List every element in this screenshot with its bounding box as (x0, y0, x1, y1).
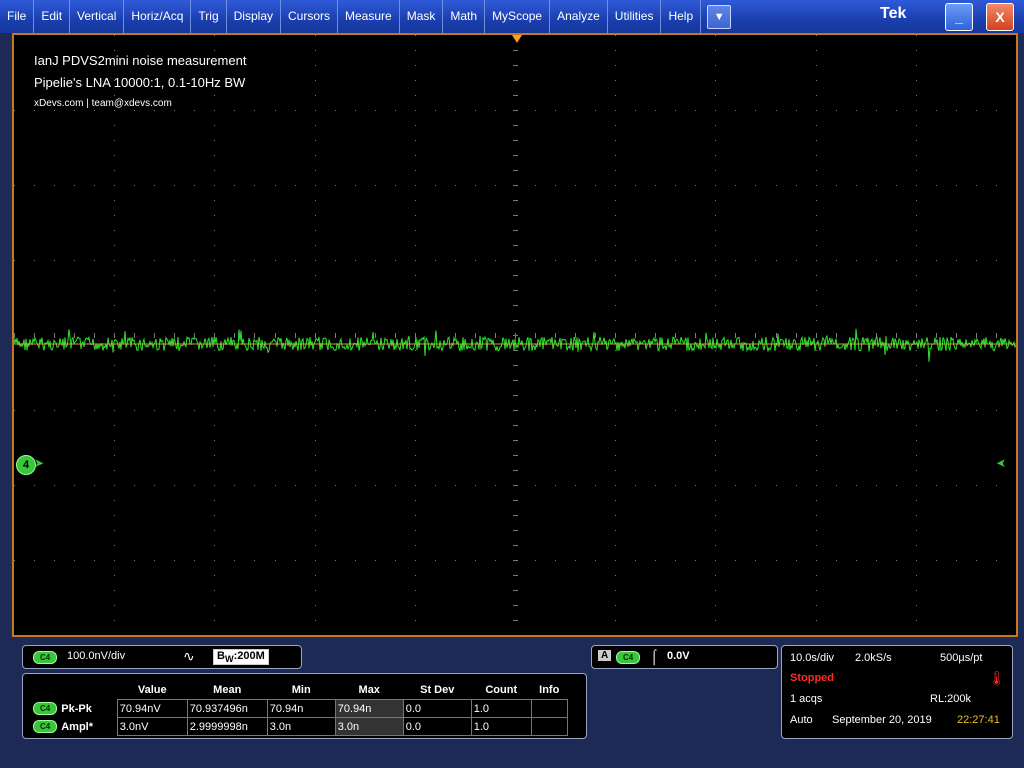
header-mean: Mean (213, 683, 242, 696)
header-info: Info (539, 683, 560, 696)
menu-analyze[interactable]: Analyze (550, 0, 608, 33)
measurement-header-row: Value Mean Min Max St Dev Count Info (31, 680, 567, 700)
minimize-button[interactable]: _ (945, 3, 973, 31)
cell-min: 3.0n (266, 717, 336, 736)
menu-vertical[interactable]: Vertical (70, 0, 125, 33)
cell-max: 70.94n (334, 699, 404, 718)
acquisition-date: September 20, 2019 (832, 714, 932, 726)
menu-display[interactable]: Display (227, 0, 281, 33)
annotation-title: IanJ PDVS2mini noise measurement (34, 53, 247, 68)
header-max: Max (358, 683, 380, 696)
cell-info (530, 717, 568, 736)
cell-stdev: 0.0 (402, 699, 472, 718)
annotation-subtitle: Pipelie's LNA 10000:1, 0.1-10Hz BW (34, 75, 246, 90)
menu-measure[interactable]: Measure (338, 0, 400, 33)
header-value: Value (137, 683, 167, 696)
acquisition-panel[interactable]: 10.0s/div 2.0kS/s 500µs/pt Stopped 🌡 1 a… (781, 645, 1013, 739)
bandwidth-badge: BW:200M (213, 649, 269, 666)
rising-edge-icon: ⌠ (650, 648, 659, 664)
acquisition-state: Stopped (790, 672, 834, 684)
measurement-panel[interactable]: Value Mean Min Max St Dev Count Info C4 … (22, 673, 587, 739)
timebase: 10.0s/div (790, 652, 835, 664)
trigger-mode-badge: A (598, 650, 612, 661)
channel-panel[interactable]: C4 100.0nV/div ∿ BW:200M (22, 645, 302, 669)
menu-help[interactable]: Help (661, 0, 702, 33)
trigger-level: 0.0V (667, 650, 690, 662)
annotation-contact: xDevs.com | team@xdevs.com (34, 98, 172, 109)
cell-count: 1.0 (470, 717, 532, 736)
close-button[interactable]: X (986, 3, 1014, 31)
cell-mean: 70.937496n (186, 699, 268, 718)
bw-sub: W (224, 654, 234, 665)
menu-horiz-acq[interactable]: Horiz/Acq (124, 0, 192, 33)
trigger-position-marker[interactable] (512, 35, 522, 43)
chevron-down-icon: ▼ (713, 10, 725, 23)
header-min: Min (291, 683, 311, 696)
trigger-channel-badge: C4 (616, 651, 641, 664)
acquisition-time: 22:27:41 (957, 714, 1000, 726)
menu-bar: File Edit Vertical Horiz/Acq Trig Displa… (0, 0, 1024, 33)
menu-items: File Edit Vertical Horiz/Acq Trig Displa… (0, 0, 702, 33)
row-channel-badge: C4 (33, 702, 58, 715)
vertical-scale: 100.0nV/div (67, 650, 126, 662)
measurement-row-ampl[interactable]: C4 Ampl* 3.0nV 2.9999998n 3.0n 3.0n 0.0 … (31, 717, 568, 736)
menu-myscope[interactable]: MyScope (485, 0, 551, 33)
menu-mask[interactable]: Mask (400, 0, 444, 33)
thermometer-icon: 🌡 (988, 670, 1006, 686)
acquisition-count: 1 acqs (790, 693, 823, 705)
noise-trace-path (14, 328, 1016, 362)
row-measure-name: Pk-Pk (61, 702, 92, 715)
trigger-panel[interactable]: A C4 ⌠ 0.0V (591, 645, 778, 669)
cell-stdev: 0.0 (402, 717, 472, 736)
menu-trig[interactable]: Trig (191, 0, 227, 33)
time-per-point: 500µs/pt (940, 652, 983, 664)
menu-cursors[interactable]: Cursors (281, 0, 339, 33)
bw-value: :200M (233, 650, 265, 662)
cell-count: 1.0 (470, 699, 532, 718)
row-channel-badge: C4 (33, 720, 58, 733)
right-arrow-icon: ➤ (34, 456, 45, 470)
sample-rate: 2.0kS/s (855, 652, 892, 664)
cell-mean: 2.9999998n (186, 717, 268, 736)
header-count: Count (485, 683, 518, 696)
row-measure-name: Ampl* (61, 720, 94, 733)
channel-badge: C4 (33, 651, 58, 664)
header-stdev: St Dev (420, 683, 455, 696)
cell-value: 3.0nV (116, 717, 188, 736)
cell-max: 3.0n (334, 717, 404, 736)
bw-label: B (217, 650, 225, 662)
channel-4-ground-marker[interactable]: 4 (16, 455, 36, 475)
channel-4-trace (14, 328, 1016, 362)
left-arrow-icon: ➤ (996, 456, 1007, 470)
menu-dropdown-button[interactable]: ▼ (707, 4, 732, 29)
tek-logo: Tek (880, 5, 907, 22)
waveform-display[interactable]: IanJ PDVS2mini noise measurement Pipelie… (12, 33, 1018, 637)
menu-file[interactable]: File (0, 0, 35, 33)
menu-edit[interactable]: Edit (34, 0, 71, 33)
menu-utilities[interactable]: Utilities (608, 0, 662, 33)
record-length: RL:200k (930, 693, 971, 705)
measurement-table: Value Mean Min Max St Dev Count Info C4 … (31, 680, 568, 736)
measurement-row-pkpk[interactable]: C4 Pk-Pk 70.94nV 70.937496n 70.94n 70.94… (31, 699, 568, 718)
menu-math[interactable]: Math (443, 0, 486, 33)
coupling-ac-icon: ∿ (183, 648, 195, 664)
cell-value: 70.94nV (116, 699, 188, 718)
cell-min: 70.94n (266, 699, 336, 718)
trigger-mode: Auto (790, 714, 813, 726)
cell-info (530, 699, 568, 718)
